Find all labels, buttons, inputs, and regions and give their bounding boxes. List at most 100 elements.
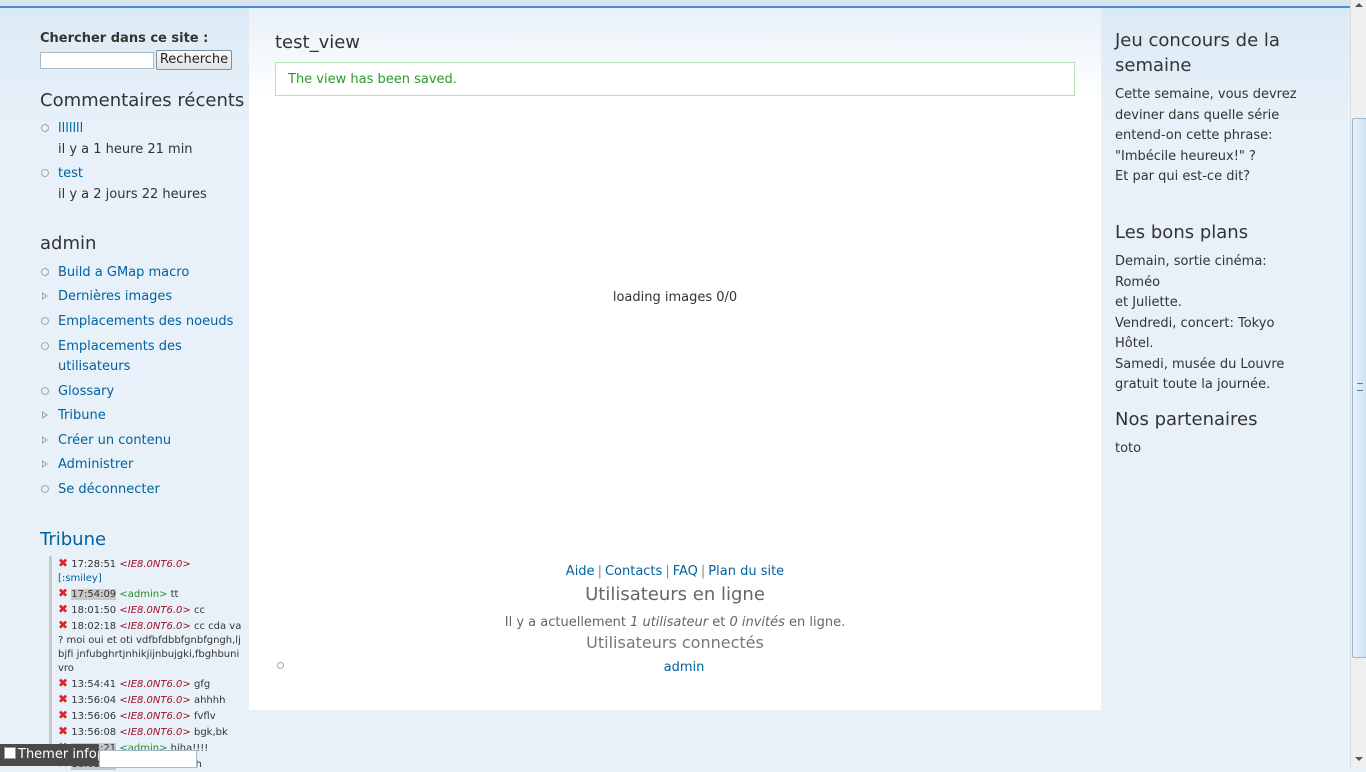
smiley-link[interactable]: [:smiley] (58, 573, 102, 584)
recent-comment-time: il y a 1 heure 21 min (58, 142, 193, 157)
delete-icon[interactable]: ✖ (58, 676, 68, 690)
collapsed-triangle-icon (42, 436, 48, 444)
message-time[interactable]: 17:28:51 (71, 559, 116, 570)
search-button[interactable]: Recherche (156, 50, 232, 70)
message-time[interactable]: 13:56:06 (71, 711, 116, 722)
connected-users-title: Utilisateurs connectés (586, 633, 764, 652)
themer-checkbox[interactable] (4, 747, 16, 759)
menu-item-emplacements-noeuds[interactable]: Emplacements des noeuds (58, 314, 233, 329)
deal-line: Hôtel. (1115, 336, 1154, 351)
footer-links: Aide | Contacts | FAQ | Plan du site (249, 564, 1101, 579)
delete-icon[interactable]: ✖ (58, 618, 68, 632)
message-text: fvflv (193, 711, 216, 722)
menu-item-build-gmap-macro[interactable]: Build a GMap macro (58, 265, 189, 280)
message-nick: <IE8.0NT6.0> (119, 605, 191, 616)
menu-item-glossary[interactable]: Glossary (58, 384, 114, 399)
search-label: Chercher dans ce site : (40, 31, 209, 46)
delete-icon[interactable]: ✖ (58, 586, 68, 600)
deals-text: Demain, sortie cinéma: Roméo et Juliette… (1115, 252, 1315, 396)
contest-title: Jeu concours de la semaine (1115, 30, 1280, 76)
deal-line: Demain, sortie cinéma: Roméo (1115, 254, 1267, 290)
bullet-icon (41, 387, 49, 395)
message-text: cc (193, 605, 205, 616)
deals-title: Les bons plans (1115, 222, 1249, 243)
message-time[interactable]: 18:02:18 (71, 621, 116, 632)
message-time[interactable]: 17:54:09 (71, 589, 117, 600)
tribune-message: ✖ 13:54:41 <IE8.0NT6.0> gfg (52, 676, 242, 692)
bullet-icon (41, 317, 49, 325)
tribune-title-link[interactable]: Tribune (40, 529, 106, 550)
deal-line: et Juliette. (1115, 295, 1182, 310)
message-nick: <IE8.0NT6.0> (119, 727, 191, 738)
recent-comment-time: il y a 2 jours 22 heures (58, 187, 207, 202)
tribune-message-input[interactable] (99, 750, 197, 768)
menu-item-administrer[interactable]: Administrer (58, 457, 133, 472)
delete-icon[interactable]: ✖ (58, 556, 68, 570)
tribune-message: ✖ 13:56:04 <IE8.0NT6.0> ahhhh (52, 692, 242, 708)
delete-icon[interactable]: ✖ (58, 602, 68, 616)
message-time[interactable]: 13:56:04 (71, 695, 116, 706)
bullet-icon (41, 169, 49, 177)
delete-icon[interactable]: ✖ (58, 724, 68, 738)
menu-item-creer-contenu[interactable]: Créer un contenu (58, 433, 171, 448)
message-nick: <IE8.0NT6.0> (119, 695, 191, 706)
contest-line: Cette semaine, vous devrez (1115, 87, 1297, 102)
page-title: test_view (275, 32, 361, 53)
search-input[interactable] (40, 52, 154, 69)
menu-item-dernieres-images[interactable]: Dernières images (58, 289, 172, 304)
main-content: test_view The view has been saved. loadi… (249, 8, 1101, 710)
contest-line: deviner dans quelle série (1115, 107, 1280, 123)
menu-item-emplacements-utilisateurs[interactable]: Emplacements des (58, 339, 182, 354)
menu-item-se-deconnecter[interactable]: Se déconnecter (58, 482, 160, 497)
message-nick: <IE8.0NT6.0> (119, 711, 191, 722)
message-nick: <IE8.0NT6.0> (119, 621, 191, 632)
deal-line: gratuit toute la journée. (1115, 377, 1271, 392)
partners-text: toto (1115, 441, 1142, 456)
themer-info-toggle[interactable]: Themer info (0, 744, 98, 766)
message-time[interactable]: 18:01:50 (71, 605, 116, 616)
tribune-message: ✖ 18:02:18 <IE8.0NT6.0> cc cda va ? moi … (52, 618, 242, 676)
footer-link-contacts[interactable]: Contacts (605, 564, 662, 579)
menu-item-tribune[interactable]: Tribune (58, 408, 106, 423)
tribune-message: ✖ 17:28:51 <IE8.0NT6.0> [:smiley] (52, 556, 242, 586)
online-prefix: Il y a actuellement (504, 615, 631, 630)
tribune-message: ✖ 13:56:08 <IE8.0NT6.0> bgk,bk (52, 724, 242, 740)
online-suffix: en ligne. (784, 615, 846, 630)
status-text: The view has been saved. (288, 72, 457, 87)
contest-line: "Imbécile heureux!" ? (1115, 148, 1256, 164)
tribune-message: ✖ 17:54:09 <admin> tt (52, 586, 242, 602)
menu-item-emplacements-utilisateurs-line2[interactable]: utilisateurs (58, 359, 130, 374)
delete-icon[interactable]: ✖ (58, 708, 68, 722)
scroll-up-arrow-icon[interactable] (1355, 3, 1363, 7)
message-time[interactable]: 13:54:41 (71, 679, 116, 690)
collapsed-triangle-icon (42, 460, 48, 468)
footer-link-plan-du-site[interactable]: Plan du site (708, 564, 784, 579)
delete-icon[interactable]: ✖ (58, 692, 68, 706)
contest-line: Et par qui est-ce dit? (1115, 169, 1251, 184)
separator: | (700, 564, 706, 579)
vertical-scrollbar[interactable] (1350, 0, 1366, 768)
recent-comment-link[interactable]: lllllll (58, 121, 83, 136)
deal-line: Samedi, musée du Louvre (1115, 356, 1285, 372)
separator: | (597, 564, 602, 579)
scroll-down-arrow-icon[interactable] (1355, 757, 1363, 761)
online-mid: et (708, 615, 730, 630)
connected-user-link[interactable]: admin (664, 660, 705, 675)
bullet-icon (41, 124, 49, 132)
partners-title: Nos partenaires (1115, 409, 1258, 430)
deal-line: Vendredi, concert: Tokyo (1115, 315, 1275, 331)
separator: | (665, 564, 670, 579)
online-users-text: Il y a actuellement 1 utilisateur et 0 i… (249, 615, 1101, 630)
recent-comments-title: Commentaires récents (40, 90, 245, 111)
footer-link-faq[interactable]: FAQ (673, 564, 698, 579)
footer-link-aide[interactable]: Aide (566, 564, 595, 579)
bullet-icon (41, 268, 49, 276)
message-text: gfg (193, 679, 211, 690)
online-guest-count: 0 invités (729, 615, 785, 630)
online-user-count: 1 utilisateur (630, 615, 709, 630)
scrollbar-thumb[interactable] (1352, 118, 1366, 658)
message-text: tt (170, 589, 179, 600)
online-users-title: Utilisateurs en ligne (585, 584, 765, 605)
message-time[interactable]: 13:56:08 (71, 727, 116, 738)
recent-comment-link[interactable]: test (58, 166, 83, 181)
